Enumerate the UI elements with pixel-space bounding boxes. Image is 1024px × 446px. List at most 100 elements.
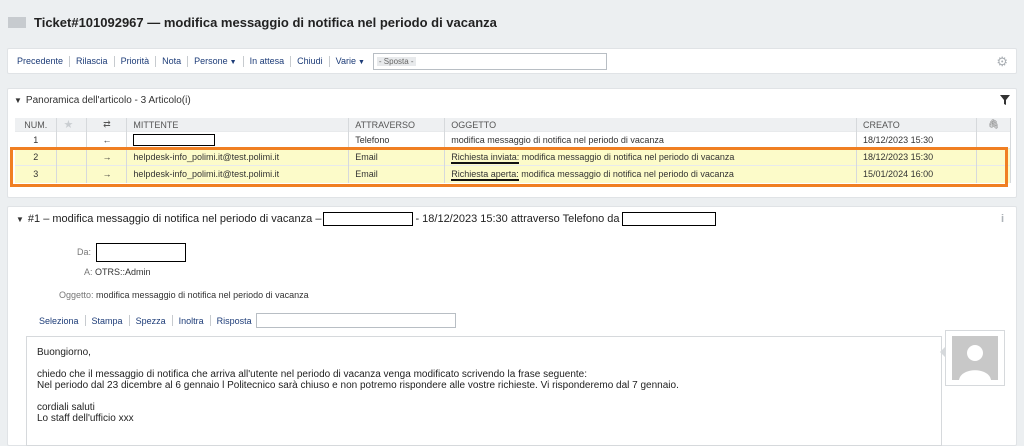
col-mittente[interactable]: MITTENTE	[126, 118, 350, 132]
body-line: chiedo che il messaggio di notifica che …	[37, 369, 588, 380]
action-varie-label: Varie	[335, 56, 356, 66]
collapse-triangle-icon[interactable]: ▼	[16, 215, 24, 224]
body-line: Nel periodo dal 23 dicembre al 6 gennaio…	[37, 380, 679, 391]
row-attachment	[976, 165, 1012, 183]
row-attachment	[976, 148, 1012, 166]
collapse-triangle-icon[interactable]: ▼	[14, 96, 22, 105]
title-bar: Ticket#101092967 — modifica messaggio di…	[8, 11, 497, 33]
article-header-prefix: #1 – modifica messaggio di notifica nel …	[27, 213, 322, 225]
divider	[187, 55, 189, 67]
action-persone-label: Persone	[194, 56, 228, 66]
col-creato[interactable]: CREATO	[856, 118, 977, 132]
row-created: 18/12/2023 15:30	[856, 131, 977, 149]
subject-text: modifica messaggio di notifica nel perio…	[519, 152, 735, 162]
row-attachment	[976, 131, 1012, 149]
divider	[209, 315, 211, 326]
from-label: Da:	[77, 246, 92, 257]
action-chiudi[interactable]: Chiudi	[297, 56, 323, 66]
action-seleziona[interactable]: Seleziona	[39, 316, 79, 326]
divider	[69, 55, 71, 67]
row-via: Email	[348, 148, 446, 166]
redacted-box	[323, 212, 414, 226]
subject-label: Oggetto:	[59, 290, 94, 300]
action-precedente[interactable]: Precedente	[17, 56, 63, 66]
from-row: Da:	[77, 243, 186, 262]
gear-icon[interactable]: ⚙	[996, 54, 1008, 70]
divider	[242, 55, 244, 67]
row-subject[interactable]: Richiesta inviata: modifica messaggio di…	[444, 148, 858, 166]
subject-prefix: Richiesta inviata:	[451, 152, 520, 164]
action-risposta[interactable]: Risposta	[217, 316, 252, 326]
move-queue-value: - Sposta -	[376, 56, 416, 66]
to-value: OTRS::Admin	[95, 267, 151, 277]
action-in-attesa[interactable]: In attesa	[250, 56, 285, 66]
arrow-right-icon: →	[86, 148, 128, 166]
body-closing: cordiali saluti	[37, 402, 95, 413]
row-num: 1	[15, 131, 58, 149]
info-icon[interactable]: i	[1001, 213, 1004, 225]
action-persone-menu[interactable]: Persone ▼	[194, 56, 236, 66]
paperclip-icon: 🖇	[987, 119, 1000, 129]
col-direction[interactable]: ⇄	[86, 118, 128, 132]
row-star	[56, 165, 88, 183]
col-attraverso[interactable]: ATTRAVERSO	[348, 118, 446, 132]
page-title: Ticket#101092967 — modifica messaggio di…	[34, 14, 497, 30]
divider	[113, 55, 115, 67]
divider	[155, 55, 157, 67]
article-detail-panel: ▼ #1 – modifica messaggio di notifica ne…	[7, 206, 1017, 446]
row-sender: helpdesk-info_polimi.it@test.polimi.it	[126, 165, 350, 183]
action-rilascia[interactable]: Rilascia	[76, 56, 108, 66]
row-created: 15/01/2024 16:00	[856, 165, 977, 183]
action-priorita[interactable]: Priorità	[121, 56, 150, 66]
action-varie-menu[interactable]: Varie ▼	[336, 56, 365, 66]
subject-text: modifica messaggio di notifica nel perio…	[518, 169, 734, 180]
action-stampa[interactable]: Stampa	[92, 316, 123, 326]
row-created: 18/12/2023 15:30	[856, 148, 977, 166]
subject-prefix: Richiesta aperta:	[451, 169, 519, 182]
action-nota[interactable]: Nota	[162, 56, 181, 66]
row-via: Telefono	[348, 131, 446, 149]
article-overview-title: Panoramica dell'articolo - 3 Articolo(i)	[25, 94, 191, 106]
article-header-mid: - 18/12/2023 15:30 attraverso Telefono d…	[415, 213, 620, 225]
col-num[interactable]: NUM.	[15, 118, 58, 132]
redacted-box	[621, 212, 716, 226]
subject-row: Oggetto: modifica messaggio di notifica …	[59, 290, 309, 300]
row-num: 3	[15, 165, 58, 183]
col-oggetto[interactable]: OGGETTO	[444, 118, 858, 132]
move-queue-select[interactable]: - Sposta -	[372, 52, 607, 70]
filter-icon[interactable]	[1000, 95, 1010, 105]
col-star[interactable]: ★	[56, 118, 88, 132]
article-overview-panel: ▼ Panoramica dell'articolo - 3 Articolo(…	[7, 88, 1017, 198]
divider	[290, 55, 292, 67]
col-attachment[interactable]: 🖇	[976, 118, 1012, 132]
arrow-right-icon: →	[86, 165, 128, 183]
divider	[171, 315, 173, 326]
avatar-placeholder-icon	[952, 336, 998, 380]
article-actions: Seleziona Stampa Spezza Inoltra Risposta	[39, 313, 456, 328]
article-detail-header[interactable]: ▼ #1 – modifica messaggio di notifica ne…	[8, 207, 1016, 231]
star-icon: ★	[63, 119, 74, 131]
row-sender	[126, 131, 350, 149]
row-star	[56, 148, 88, 166]
arrow-left-icon: ←	[86, 131, 128, 149]
to-label: A:	[84, 267, 93, 277]
caret-down-icon: ▼	[357, 59, 365, 66]
article-body: Buongiorno, chiedo che il messaggio di n…	[26, 336, 942, 446]
row-subject[interactable]: modifica messaggio di notifica nel perio…	[444, 131, 858, 149]
row-subject[interactable]: Richiesta aperta: modifica messaggio di …	[444, 165, 858, 183]
row-star	[56, 131, 88, 149]
article-overview-header[interactable]: ▼ Panoramica dell'articolo - 3 Articolo(…	[8, 89, 1016, 111]
table-row[interactable]: 1 ← Telefono modifica messaggio di notif…	[15, 131, 1012, 149]
action-spezza[interactable]: Spezza	[136, 316, 166, 326]
table-row[interactable]: 3 → helpdesk-info_polimi.it@test.polimi.…	[15, 165, 1012, 183]
action-inoltra[interactable]: Inoltra	[179, 316, 204, 326]
article-table: NUM. ★ ⇄ MITTENTE ATTRAVERSO OGGETTO CRE…	[15, 118, 1012, 183]
table-row[interactable]: 2 → helpdesk-info_polimi.it@test.polimi.…	[15, 148, 1012, 166]
divider	[328, 55, 330, 67]
reply-template-select[interactable]	[255, 313, 456, 328]
divider	[128, 315, 130, 326]
divider	[84, 315, 86, 326]
ticket-action-toolbar: Precedente Rilascia Priorità Nota Person…	[7, 48, 1017, 74]
subject-value: modifica messaggio di notifica nel perio…	[96, 290, 309, 300]
table-header-row: NUM. ★ ⇄ MITTENTE ATTRAVERSO OGGETTO CRE…	[15, 118, 1012, 132]
